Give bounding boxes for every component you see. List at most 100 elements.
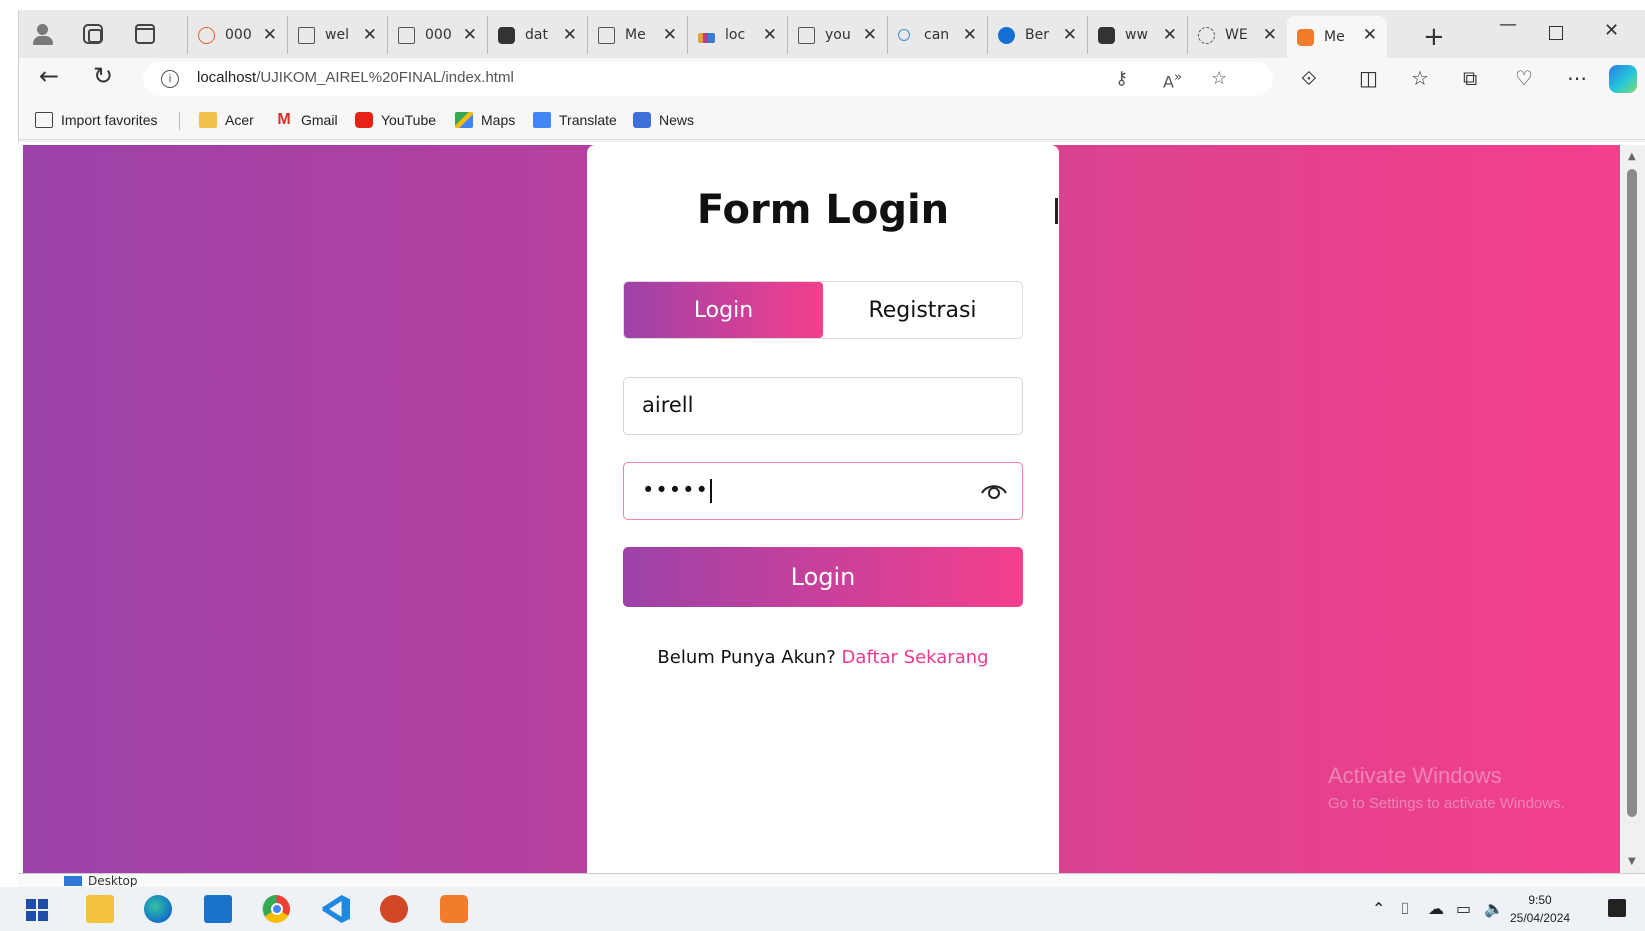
- tab-title: 000: [425, 27, 452, 43]
- vscode-icon[interactable]: [322, 895, 350, 923]
- orange-spiral-icon: [198, 26, 215, 44]
- close-tab-icon[interactable]: ✕: [563, 25, 577, 45]
- close-tab-icon[interactable]: ✕: [1263, 25, 1277, 45]
- new-tab-button[interactable]: +: [1423, 22, 1445, 52]
- password-field[interactable]: •••••: [623, 462, 1023, 520]
- read-aloud-icon[interactable]: A»: [1163, 70, 1182, 91]
- desktop-label: Desktop: [88, 874, 138, 887]
- bookmark-item[interactable]: Maps: [455, 112, 515, 128]
- scroll-thumb[interactable]: [1627, 169, 1637, 817]
- address-bar[interactable]: i localhost/UJIKOM_AIREL%20FINAL/index.h…: [143, 62, 1273, 96]
- close-tab-icon[interactable]: ✕: [963, 25, 977, 45]
- lock-page-icon: [498, 26, 515, 44]
- file-explorer-icon[interactable]: [86, 895, 114, 923]
- xampp-icon: [1297, 28, 1314, 46]
- tab-register[interactable]: Registrasi: [823, 282, 1022, 338]
- tray-device-icon[interactable]: ⌷: [1400, 899, 1410, 919]
- bookmark-item[interactable]: Acer: [199, 112, 254, 128]
- onedrive-icon[interactable]: ☁: [1428, 899, 1444, 918]
- split-screen-icon[interactable]: ◫: [1359, 66, 1378, 90]
- browser-tab[interactable]: wel ✕: [287, 16, 387, 54]
- start-icon[interactable]: [26, 899, 48, 921]
- browser-tab[interactable]: Me ✕: [587, 16, 687, 54]
- close-tab-icon[interactable]: ✕: [263, 25, 277, 45]
- desktop-strip: Desktop: [18, 873, 1645, 887]
- favorite-star-icon[interactable]: ☆: [1211, 68, 1227, 89]
- page-title: Form Login: [696, 187, 950, 233]
- chrome-icon[interactable]: [262, 895, 290, 923]
- workspaces-icon[interactable]: [83, 24, 103, 44]
- desktop-icon: [64, 876, 82, 886]
- browser-tab[interactable]: Ber ✕: [987, 16, 1087, 54]
- password-key-icon[interactable]: ⚷: [1115, 68, 1128, 89]
- bookmark-item[interactable]: News: [633, 112, 694, 128]
- tab-actions-icon[interactable]: [135, 24, 155, 44]
- collections-icon[interactable]: ⧉: [1463, 66, 1477, 90]
- browser-tab[interactable]: you ✕: [787, 16, 887, 54]
- minimize-button[interactable]: —: [1499, 14, 1517, 35]
- close-tab-icon[interactable]: ✕: [763, 25, 777, 45]
- close-tab-icon[interactable]: ✕: [863, 25, 877, 45]
- close-tab-icon[interactable]: ✕: [463, 25, 477, 45]
- close-tab-icon[interactable]: ✕: [1363, 25, 1377, 45]
- notifications-icon[interactable]: [1608, 899, 1626, 917]
- close-window-button[interactable]: ✕: [1604, 20, 1619, 41]
- bookmark-item[interactable]: YouTube: [355, 112, 436, 128]
- password-value: •••••: [642, 478, 709, 502]
- close-tab-icon[interactable]: ✕: [1063, 25, 1077, 45]
- site-info-icon[interactable]: i: [161, 70, 179, 88]
- xampp-icon[interactable]: [440, 895, 468, 923]
- reload-icon[interactable]: ↻: [93, 62, 113, 90]
- bookmark-item[interactable]: Import favorites: [35, 112, 157, 128]
- maximize-button[interactable]: [1549, 20, 1563, 40]
- show-password-eye-icon[interactable]: [980, 481, 1008, 501]
- tab-title: 000: [225, 27, 252, 43]
- tab-bar: 000 ✕ wel ✕ 000 ✕ dat ✕ Me ✕ loc ✕ you ✕ can ✕ Ber ✕ ww ✕ WE…: [19, 10, 1645, 58]
- bookmark-item[interactable]: M Gmail: [275, 112, 337, 129]
- bookmark-label: Import favorites: [61, 112, 158, 128]
- back-icon[interactable]: ←: [39, 62, 59, 90]
- scroll-down-icon[interactable]: ▼: [1628, 856, 1636, 867]
- mail-icon[interactable]: [204, 895, 232, 923]
- edge-icon[interactable]: [144, 895, 172, 923]
- register-prompt-text: Belum Punya Akun?: [657, 647, 836, 668]
- more-menu-icon[interactable]: ⋯: [1567, 66, 1587, 90]
- vertical-scrollbar[interactable]: ▲ ▼: [1620, 145, 1645, 873]
- network-icon[interactable]: ▭: [1456, 899, 1471, 918]
- browser-tab[interactable]: WE ✕: [1187, 16, 1287, 54]
- browser-tab[interactable]: can ✕: [887, 16, 987, 54]
- watermark-title: Activate Windows: [1328, 763, 1502, 788]
- search-icon: [898, 29, 910, 41]
- clock[interactable]: 9:50 25/04/2024: [1510, 891, 1570, 927]
- close-tab-icon[interactable]: ✕: [1163, 25, 1177, 45]
- url-text[interactable]: localhost/UJIKOM_AIREL%20FINAL/index.htm…: [197, 69, 514, 86]
- browser-tab[interactable]: 000 ✕: [187, 16, 287, 54]
- username-field[interactable]: airell: [623, 377, 1023, 435]
- powerpoint-icon[interactable]: [380, 895, 408, 923]
- tab-login[interactable]: Login: [624, 282, 823, 338]
- favorites-icon[interactable]: ☆: [1411, 66, 1429, 90]
- performance-icon[interactable]: ♡: [1515, 66, 1533, 90]
- browser-tab[interactable]: Me ✕: [1287, 16, 1387, 58]
- username-value: airell: [642, 393, 694, 417]
- profile-icon[interactable]: [31, 22, 55, 46]
- browser-tab[interactable]: ww ✕: [1087, 16, 1187, 54]
- screen: 000 ✕ wel ✕ 000 ✕ dat ✕ Me ✕ loc ✕ you ✕ can ✕ Ber ✕ ww ✕ WE…: [0, 0, 1645, 931]
- bookmark-item[interactable]: Translate: [533, 112, 617, 128]
- scroll-up-icon[interactable]: ▲: [1628, 151, 1636, 162]
- browser-tab[interactable]: loc ✕: [687, 16, 787, 54]
- extensions-icon[interactable]: ⟐: [1301, 66, 1317, 90]
- volume-icon[interactable]: 🔈: [1484, 899, 1504, 918]
- browser-tab[interactable]: dat ✕: [487, 16, 587, 54]
- address-row: ← ↻ i localhost/UJIKOM_AIREL%20FINAL/ind…: [19, 58, 1645, 102]
- tab-title: dat: [525, 27, 548, 43]
- tray-chevron-icon[interactable]: ⌃: [1372, 899, 1385, 918]
- page-icon: [798, 26, 815, 44]
- browser-tab[interactable]: 000 ✕: [387, 16, 487, 54]
- close-tab-icon[interactable]: ✕: [363, 25, 377, 45]
- copilot-icon[interactable]: [1609, 65, 1637, 93]
- login-submit-button[interactable]: Login: [623, 547, 1023, 607]
- close-tab-icon[interactable]: ✕: [663, 25, 677, 45]
- form-switcher: Login Registrasi: [623, 281, 1023, 339]
- register-link[interactable]: Daftar Sekarang: [842, 647, 989, 668]
